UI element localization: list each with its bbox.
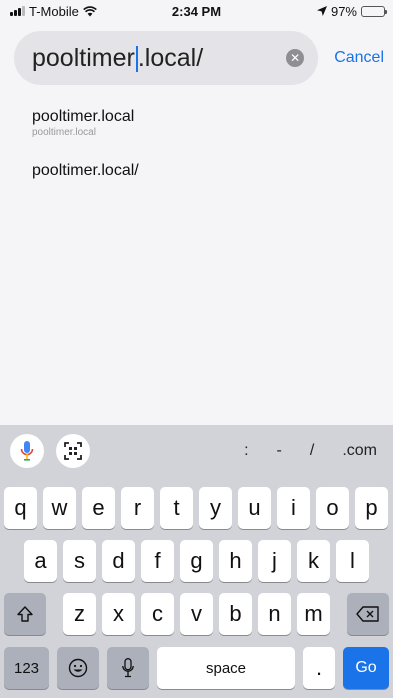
key-s[interactable]: s xyxy=(63,540,96,582)
address-text-after-caret: .local/ xyxy=(137,43,204,72)
battery-percent: 97% xyxy=(330,3,357,19)
address-input[interactable]: pooltimer .local/ ✕ xyxy=(14,31,319,85)
space-key[interactable]: space xyxy=(157,647,295,689)
key-u[interactable]: u xyxy=(238,487,271,529)
shift-key[interactable] xyxy=(4,593,46,635)
status-bar: T-Mobile 2:34 PM 97% xyxy=(0,0,393,22)
key-row-2: asdfghjkl xyxy=(0,540,393,582)
shortcut-dotcom[interactable]: .com xyxy=(342,442,377,460)
key-k[interactable]: k xyxy=(297,540,330,582)
key-d[interactable]: d xyxy=(102,540,135,582)
cancel-button[interactable]: Cancel xyxy=(334,49,384,67)
key-o[interactable]: o xyxy=(316,487,349,529)
emoji-key[interactable] xyxy=(57,647,99,689)
numbers-key[interactable]: 123 xyxy=(4,647,49,689)
qr-scan-icon xyxy=(64,442,82,460)
key-a[interactable]: a xyxy=(24,540,57,582)
shortcut-dash[interactable]: - xyxy=(277,442,282,460)
address-text[interactable]: pooltimer .local/ xyxy=(32,44,286,73)
shift-arrow-icon xyxy=(17,606,33,622)
key-v[interactable]: v xyxy=(180,593,213,635)
key-w[interactable]: w xyxy=(43,487,76,529)
status-right: 97% xyxy=(316,3,387,19)
key-t[interactable]: t xyxy=(160,487,193,529)
shortcut-colon[interactable]: : xyxy=(244,442,248,460)
microphone-icon xyxy=(20,441,34,461)
suggestion-list: pooltimer.local pooltimer.local pooltime… xyxy=(32,108,372,204)
key-e[interactable]: e xyxy=(82,487,115,529)
carrier-label: T-Mobile xyxy=(29,3,79,19)
suggestion-subtitle: pooltimer.local xyxy=(32,127,96,138)
wifi-icon xyxy=(82,5,97,16)
key-row-1: qwertyuiop xyxy=(0,487,393,529)
key-c[interactable]: c xyxy=(141,593,174,635)
location-arrow-icon xyxy=(316,6,327,16)
suggestion-item[interactable]: pooltimer.local/ xyxy=(32,162,372,180)
voice-search-button[interactable] xyxy=(10,434,44,468)
key-row-4: 123 space . Go xyxy=(0,647,393,689)
period-key[interactable]: . xyxy=(303,647,335,689)
emoji-icon xyxy=(68,658,88,678)
clear-icon[interactable]: ✕ xyxy=(286,49,305,67)
key-n[interactable]: n xyxy=(258,593,291,635)
go-button[interactable]: Go xyxy=(343,647,389,689)
delete-key[interactable] xyxy=(347,593,389,635)
keyboard-toolbar: : - / .com xyxy=(0,425,393,477)
address-text-before-caret: pooltimer xyxy=(32,43,135,72)
key-h[interactable]: h xyxy=(219,540,252,582)
suggestion-title: pooltimer.local/ xyxy=(32,162,139,179)
key-row-3: zxcvbnm xyxy=(0,593,393,635)
signal-icon xyxy=(10,6,25,16)
key-m[interactable]: m xyxy=(297,593,330,635)
key-q[interactable]: q xyxy=(4,487,37,529)
suggestion-title: pooltimer.local xyxy=(32,108,135,125)
backspace-icon xyxy=(356,606,379,622)
dictation-key[interactable] xyxy=(107,647,149,689)
key-j[interactable]: j xyxy=(258,540,291,582)
search-row: pooltimer .local/ ✕ Cancel xyxy=(14,31,384,85)
scan-button[interactable] xyxy=(56,434,90,468)
key-x[interactable]: x xyxy=(102,593,135,635)
shortcut-slash[interactable]: / xyxy=(310,442,314,460)
keyboard: : - / .com qwertyuiop asdfghjkl zxcvbnm … xyxy=(0,425,393,698)
battery-icon xyxy=(361,5,387,17)
key-b[interactable]: b xyxy=(219,593,252,635)
key-z[interactable]: z xyxy=(63,593,96,635)
key-p[interactable]: p xyxy=(355,487,388,529)
key-l[interactable]: l xyxy=(336,540,369,582)
status-left: T-Mobile xyxy=(10,4,97,19)
key-r[interactable]: r xyxy=(121,487,154,529)
key-f[interactable]: f xyxy=(141,540,174,582)
key-g[interactable]: g xyxy=(180,540,213,582)
microphone-icon xyxy=(122,658,134,678)
key-i[interactable]: i xyxy=(277,487,310,529)
key-y[interactable]: y xyxy=(199,487,232,529)
suggestion-item[interactable]: pooltimer.local pooltimer.local xyxy=(32,108,372,138)
